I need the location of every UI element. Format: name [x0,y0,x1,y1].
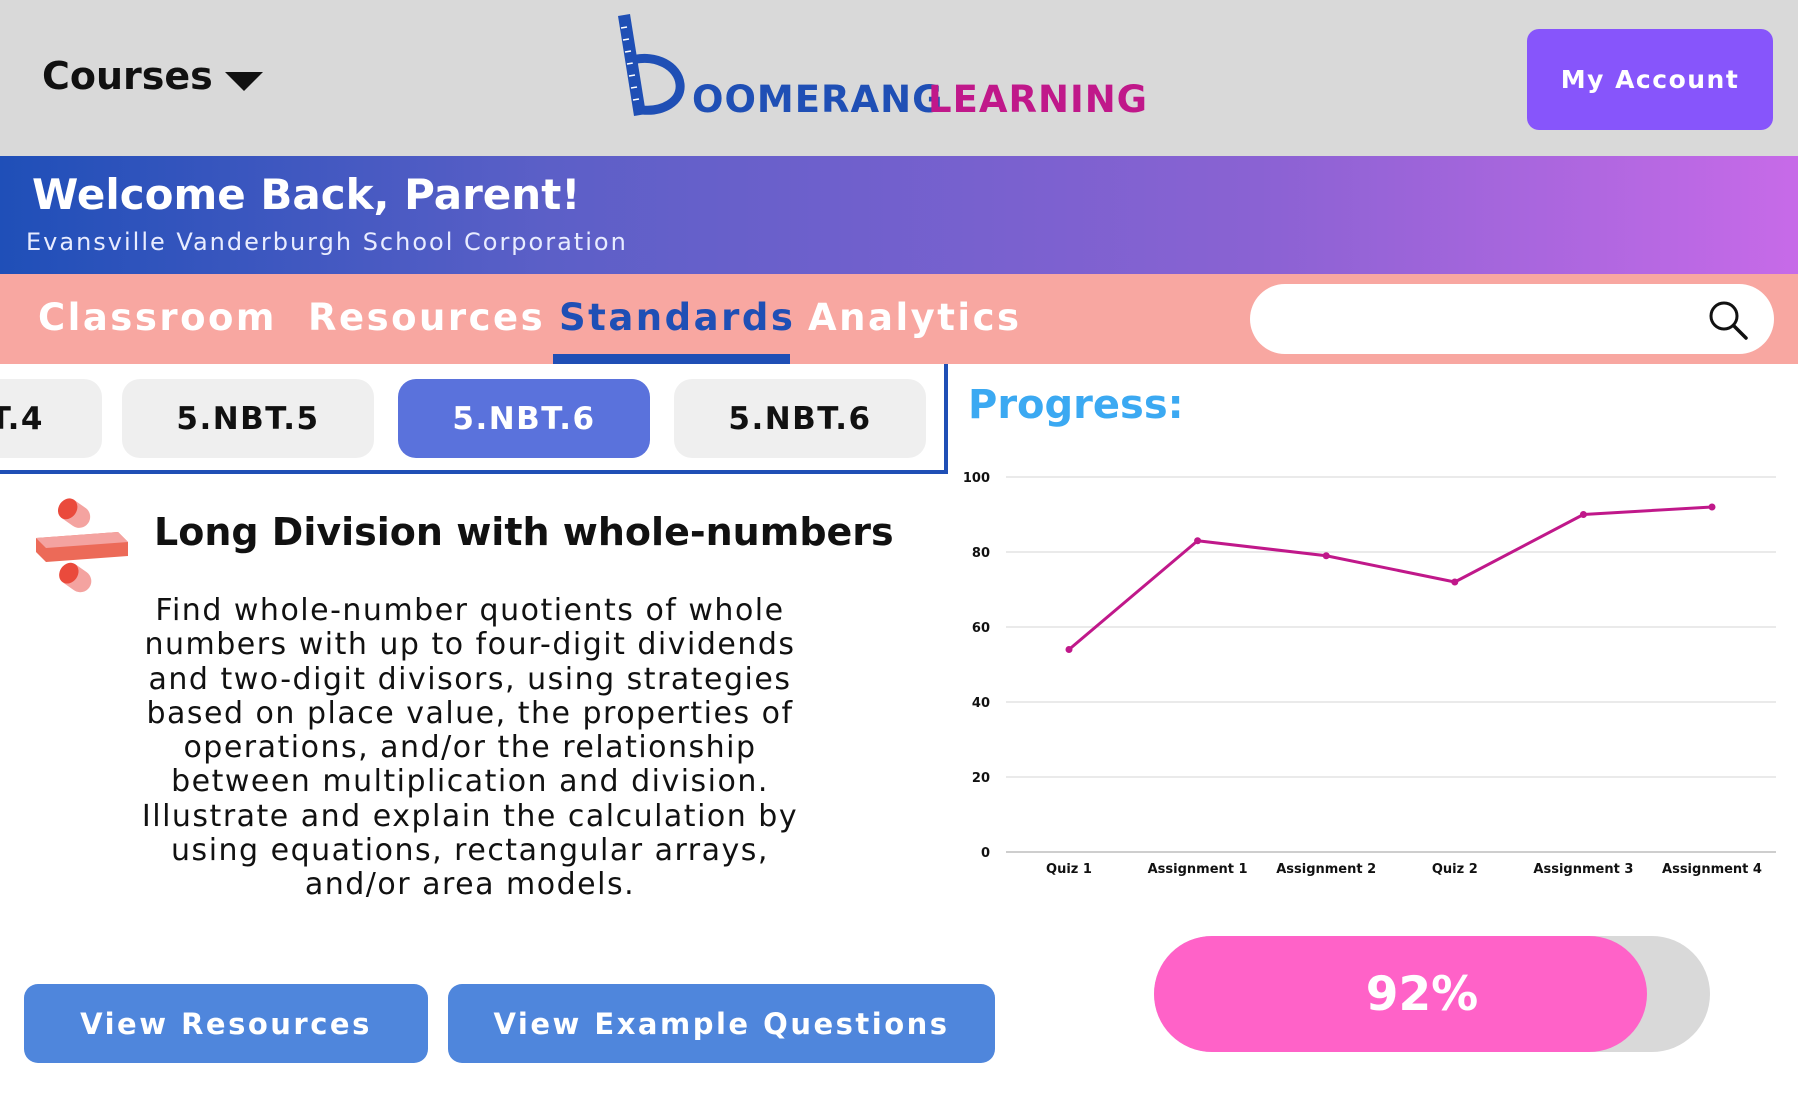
x-tick-label: Assignment 3 [1533,862,1633,877]
standard-chip[interactable]: 5.NBT.6 [674,379,926,458]
x-tick-label: Assignment 1 [1148,862,1248,877]
welcome-title: Welcome Back, Parent! [32,170,581,219]
tab-classroom[interactable]: Classroom [38,296,277,339]
view-resources-button[interactable]: View Resources [24,984,428,1063]
lesson-title: Long Division with whole-numbers [154,510,894,554]
x-tick-label: Quiz 2 [1432,862,1478,877]
progress-title: Progress: [968,382,1184,428]
description-line: numbers with up to four-digit dividends [144,627,796,663]
y-tick-label: 40 [972,696,990,711]
description-line: Illustrate and explain the calculation b… [141,798,799,834]
lesson-description: Find whole-number quotients of whole num… [100,593,840,903]
division-icon [36,498,128,593]
standards-chip-strip[interactable]: T.4 5.NBT.5 5.NBT.6 5.NBT.6 [0,364,948,474]
standard-chip[interactable]: T.4 [0,379,102,458]
x-tick-label: Assignment 2 [1276,862,1376,877]
data-point [1194,537,1202,545]
data-point [1065,646,1073,653]
progress-line-chart: 0 20 40 60 80 100 Quiz 1 Assignment 1 Assignment… [963,471,1776,877]
search-input[interactable] [1280,294,1680,344]
y-tick-label: 60 [972,621,990,636]
logo-word-learning: LEARNING [928,78,1149,121]
active-tab-indicator [553,354,790,364]
description-line: based on place value, the properties of [146,695,794,731]
tab-analytics[interactable]: Analytics [808,296,1022,339]
y-tick-label: 80 [972,546,990,561]
description-line: between multiplication and division. [171,764,769,800]
progress-percent: 92% [1365,966,1479,1022]
series-line [1068,505,1713,651]
x-tick-label: Assignment 4 [1662,862,1762,877]
boomerang-logo: OOMERANG LEARNING [612,14,1147,134]
courses-dropdown[interactable]: Courses [42,54,263,98]
main-nav: Classroom Resources Standards Analytics [0,274,1798,364]
data-point [1579,511,1587,518]
data-point [1708,503,1716,511]
school-name: Evansville Vanderburgh School Corporatio… [26,228,628,256]
description-line: Find whole-number quotients of whole [155,593,785,628]
standard-chip[interactable]: 5.NBT.5 [122,379,374,458]
top-bar: Courses OOMERANG LEARNING My Account [0,0,1798,156]
y-tick-label: 20 [972,771,990,786]
overall-progress-bar: 92% [1154,936,1710,1052]
description-line: and two-digit divisors, using strategies [148,661,792,697]
description-line: and/or area models. [304,867,636,903]
tab-standards[interactable]: Standards [559,296,795,339]
chevron-down-icon [224,71,263,91]
welcome-banner: Welcome Back, Parent! Evansville Vanderb… [0,156,1798,274]
data-point [1322,552,1330,560]
search-icon[interactable] [1706,298,1750,342]
description-line: using equations, rectangular arrays, [171,833,769,869]
y-tick-label: 0 [981,846,990,861]
logo-word-boomerang: OOMERANG [692,78,944,121]
view-example-questions-button[interactable]: View Example Questions [448,984,995,1063]
courses-label: Courses [42,54,213,98]
standard-chip-selected[interactable]: 5.NBT.6 [398,379,650,458]
x-tick-label: Quiz 1 [1046,862,1092,877]
search-box[interactable] [1250,284,1774,354]
data-point [1451,578,1459,586]
tab-resources[interactable]: Resources [308,296,545,339]
my-account-button[interactable]: My Account [1527,29,1773,130]
y-tick-label: 100 [963,471,990,486]
description-line: operations, and/or the relationship [183,730,757,766]
